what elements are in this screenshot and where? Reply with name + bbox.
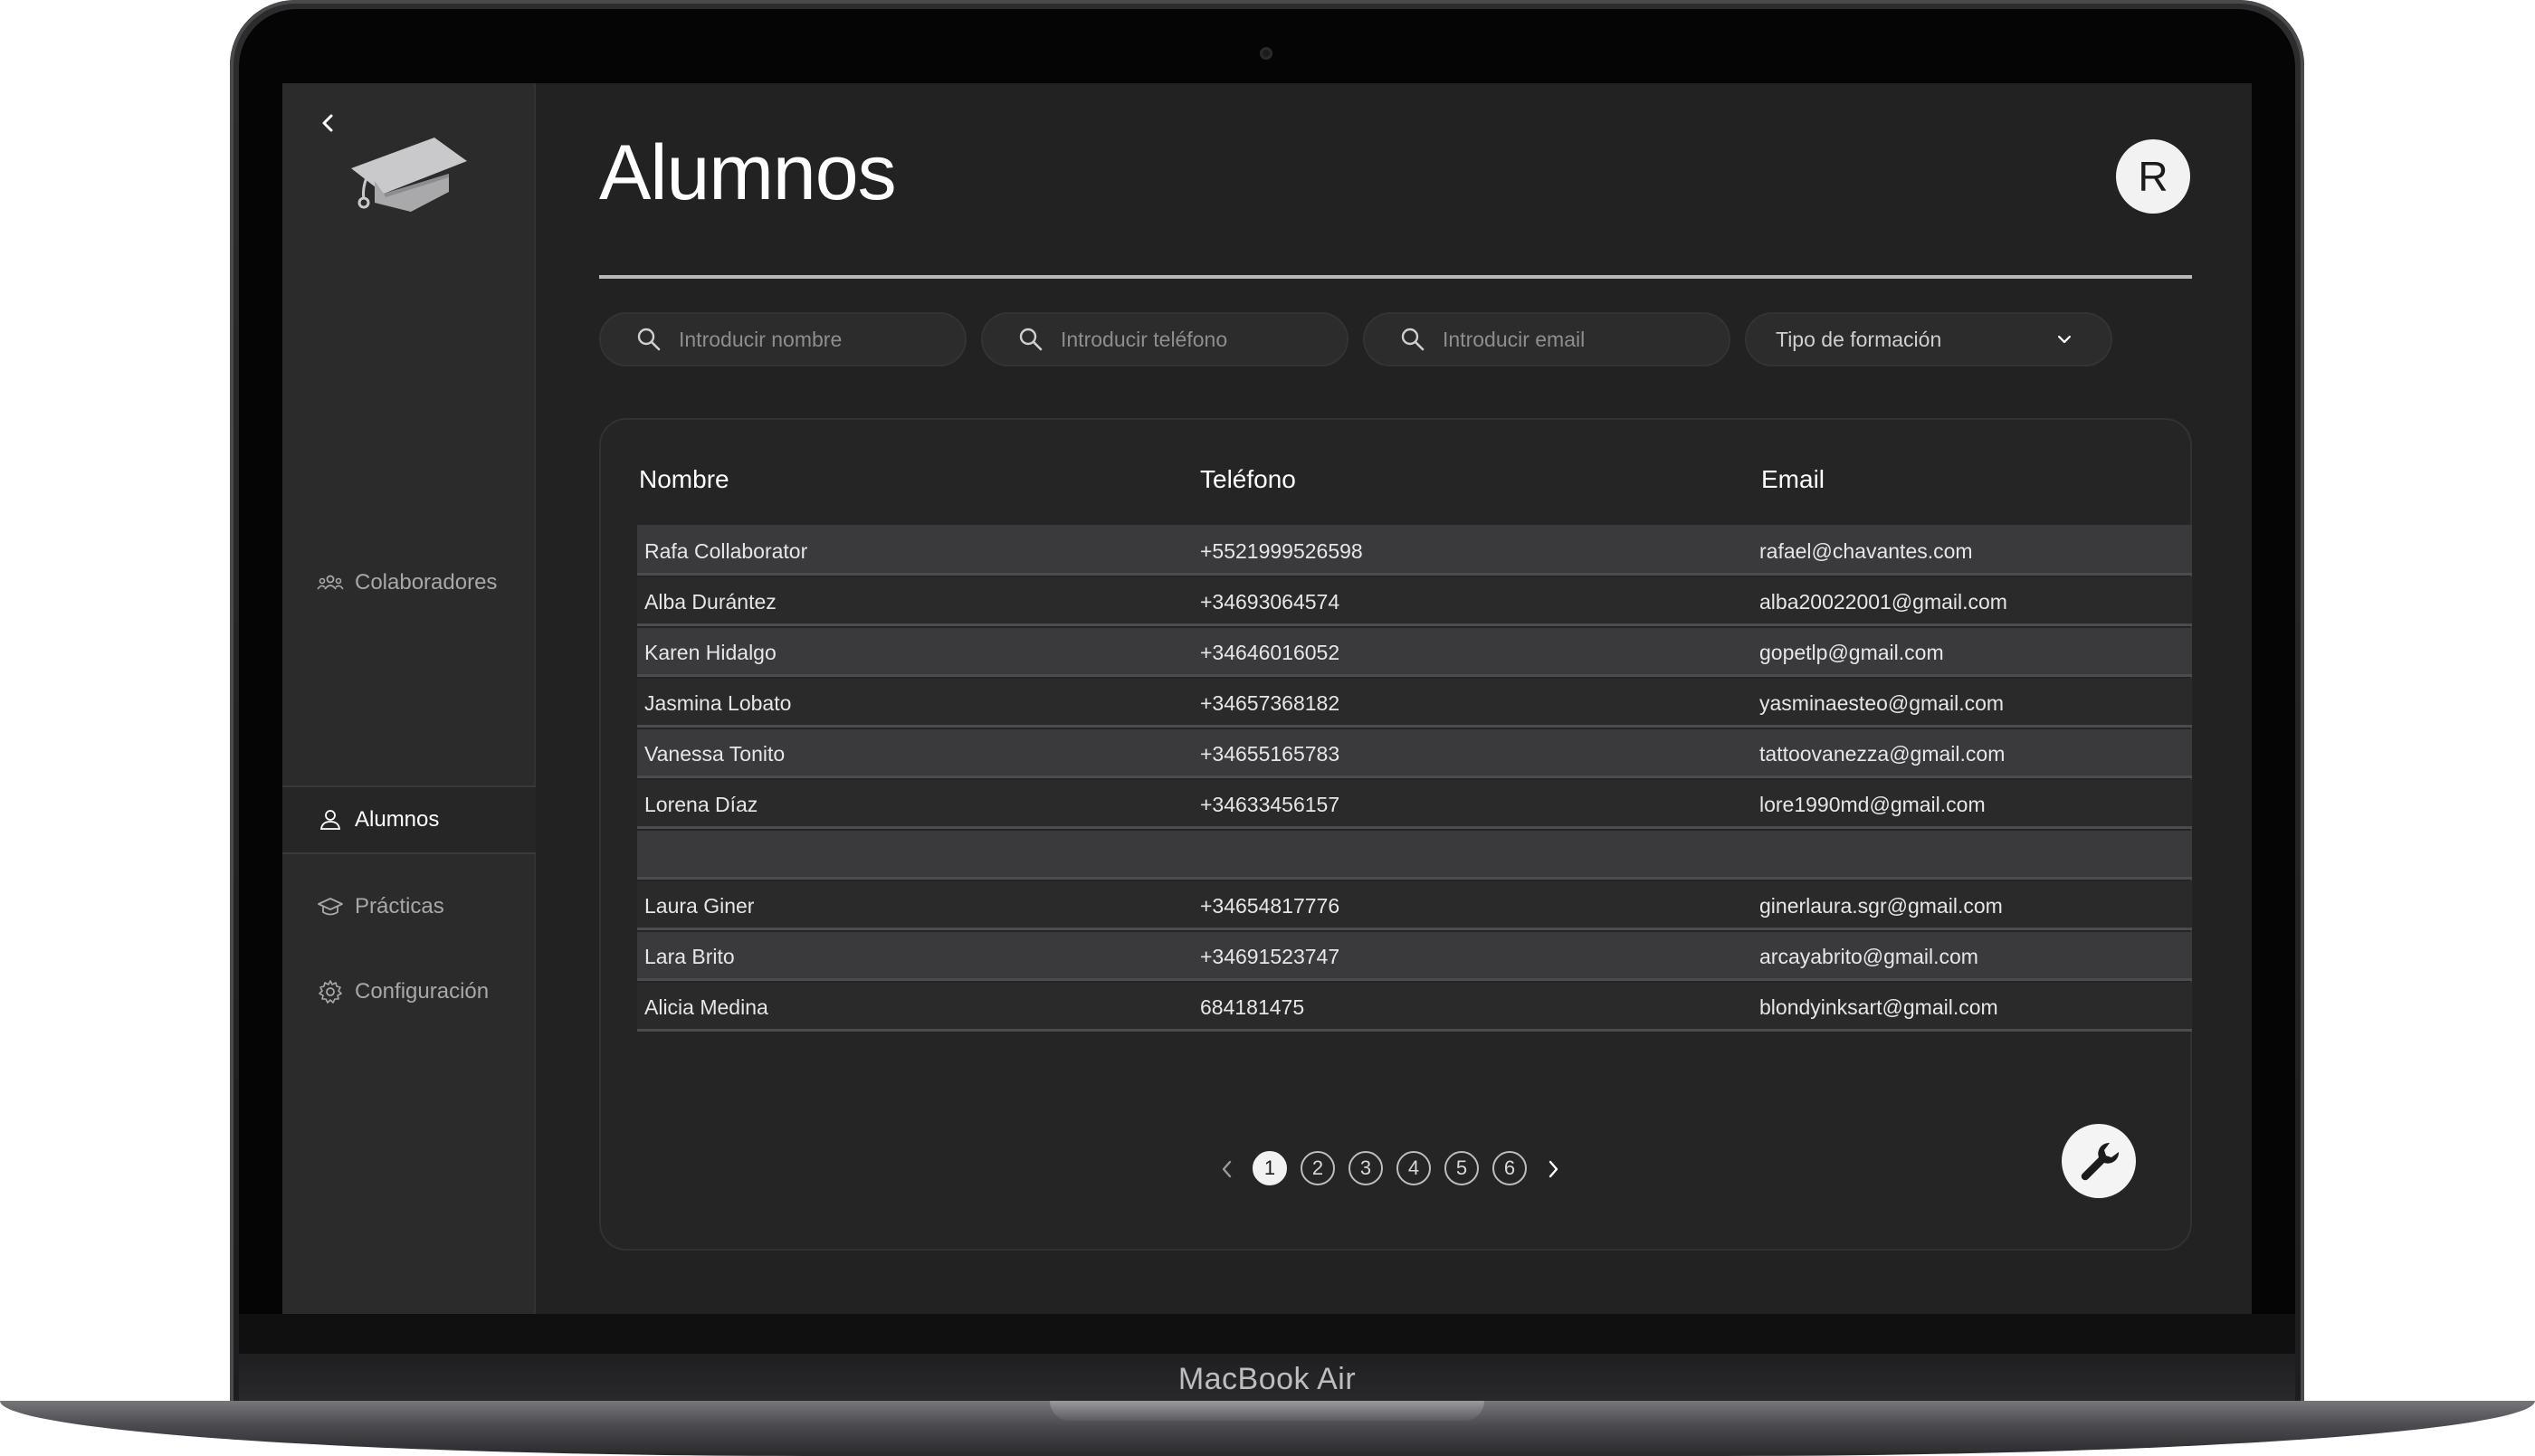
table-row[interactable]: Lorena Díaz +34633456157 lore1990md@gmai… [637, 780, 2192, 829]
sidebar-item-alumnos[interactable]: Alumnos [282, 785, 536, 854]
sidebar-item-colaboradores[interactable]: Colaboradores [282, 548, 536, 617]
table-row[interactable]: Jasmina Lobato +34657368182 yasminaesteo… [637, 679, 2192, 728]
title-divider [599, 275, 2192, 279]
page-button-1[interactable]: 1 [1253, 1151, 1287, 1185]
cell-telefono: +34691523747 [1200, 945, 1340, 968]
page-button-2[interactable]: 2 [1301, 1151, 1335, 1185]
sidebar-item-label: Alumnos [355, 807, 440, 832]
cell-nombre: Rafa Collaborator [644, 539, 808, 563]
chevron-down-icon [2058, 335, 2071, 344]
chevron-left-icon[interactable] [317, 109, 338, 138]
table-row[interactable]: Laura Giner +34654817776 ginerlaura.sgr@… [637, 881, 2192, 930]
training-type-select[interactable]: Tipo de formación [1745, 312, 2112, 366]
column-header-nombre[interactable]: Nombre [639, 465, 729, 494]
cell-telefono: 684181475 [1200, 995, 1305, 1019]
cell-telefono: +34655165783 [1200, 742, 1340, 766]
sidebar-item-configuracion[interactable]: Configuración [282, 957, 536, 1026]
sidebar-item-practicas[interactable]: Prácticas [282, 872, 536, 941]
table-row[interactable]: Lara Brito +34691523747 arcayabrito@gmai… [637, 932, 2192, 981]
cell-nombre: Alba Durántez [644, 590, 777, 614]
training-type-label: Tipo de formación [1776, 327, 1942, 351]
email-search-placeholder: Introducir email [1443, 327, 1586, 351]
phone-search-placeholder: Introducir teléfono [1061, 327, 1228, 351]
graduation-cap-icon [318, 898, 343, 916]
search-icon [637, 328, 661, 351]
column-header-telefono[interactable]: Teléfono [1200, 465, 1296, 494]
cell-telefono: +34657368182 [1200, 691, 1340, 715]
students-table-panel: Nombre Teléfono Email Rafa Collaborator … [599, 418, 2192, 1251]
table-row[interactable]: Alba Durántez +34693064574 alba20022001@… [637, 577, 2192, 626]
device-label: MacBook Air [1177, 1361, 1357, 1396]
cell-nombre: Lara Brito [644, 945, 735, 968]
user-icon [319, 810, 341, 830]
sidebar-item-label: Prácticas [355, 894, 444, 918]
cell-email: gopetlp@gmail.com [1759, 641, 1944, 664]
cell-telefono: +34693064574 [1200, 590, 1340, 614]
laptop-chin: MacBook Air [239, 1354, 2295, 1404]
cell-email: blondyinksart@gmail.com [1759, 995, 1998, 1019]
user-avatar[interactable]: R [2116, 139, 2190, 214]
camera-icon [1260, 47, 1272, 60]
table-row[interactable]: Karen Hidalgo +34646016052 gopetlp@gmail… [637, 628, 2192, 677]
wrench-icon [2081, 1142, 2120, 1181]
cell-email: alba20022001@gmail.com [1759, 590, 2007, 614]
column-header-email[interactable]: Email [1761, 465, 1825, 494]
cell-telefono: +5521999526598 [1200, 539, 1363, 563]
table-row[interactable]: Rafa Collaborator +5521999526598 rafael@… [637, 527, 2192, 576]
cell-nombre: Vanessa Tonito [644, 742, 786, 766]
page-button-5[interactable]: 5 [1444, 1151, 1479, 1185]
name-search-placeholder: Introducir nombre [679, 327, 843, 351]
phone-search-input[interactable]: Introducir teléfono [981, 312, 1349, 366]
gear-icon [319, 980, 342, 1004]
search-icon [1019, 328, 1043, 351]
table-row[interactable]: Alicia Medina 684181475 blondyinksart@gm… [637, 983, 2192, 1032]
page-button-3[interactable]: 3 [1349, 1151, 1383, 1185]
cell-telefono: +34633456157 [1200, 793, 1340, 816]
cell-email: lore1990md@gmail.com [1759, 793, 1986, 816]
tools-button[interactable] [2062, 1124, 2136, 1198]
cell-nombre: Alicia Medina [644, 995, 768, 1019]
cell-nombre: Laura Giner [644, 894, 755, 918]
name-search-input[interactable]: Introducir nombre [599, 312, 967, 366]
sidebar-item-label: Colaboradores [355, 570, 498, 595]
cell-email: arcayabrito@gmail.com [1759, 945, 1978, 968]
table-row[interactable] [637, 831, 2192, 880]
page-button-6[interactable]: 6 [1492, 1151, 1527, 1185]
cell-email: ginerlaura.sgr@gmail.com [1759, 894, 2003, 918]
cell-telefono: +34654817776 [1200, 894, 1340, 918]
cell-nombre: Jasmina Lobato [644, 691, 792, 715]
sidebar-item-label: Configuración [355, 979, 490, 1004]
cell-email: yasminaesteo@gmail.com [1759, 691, 2005, 715]
sidebar: Colaboradores Alumnos Prácticas Configur… [282, 83, 536, 1314]
cell-email: rafael@chavantes.com [1759, 539, 1973, 563]
chevron-right-icon[interactable] [1542, 1151, 1564, 1187]
page-button-4[interactable]: 4 [1396, 1151, 1431, 1185]
cell-email: tattoovanezza@gmail.com [1759, 742, 2006, 766]
cell-nombre: Lorena Díaz [644, 793, 758, 816]
laptop-notch [1050, 1401, 1484, 1421]
bezel-bottom [239, 1314, 2295, 1354]
graduation-cap-logo-icon [351, 138, 467, 212]
email-search-input[interactable]: Introducir email [1363, 312, 1730, 366]
chevron-left-icon[interactable] [1216, 1151, 1238, 1187]
app-screen: Colaboradores Alumnos Prácticas Configur… [282, 83, 2252, 1314]
search-icon [1401, 328, 1425, 351]
table-row[interactable]: Vanessa Tonito +34655165783 tattoovanezz… [637, 729, 2192, 778]
cell-nombre: Karen Hidalgo [644, 641, 777, 664]
cell-telefono: +34646016052 [1200, 641, 1340, 664]
page-title: Alumnos [599, 129, 897, 216]
users-icon [317, 575, 344, 590]
